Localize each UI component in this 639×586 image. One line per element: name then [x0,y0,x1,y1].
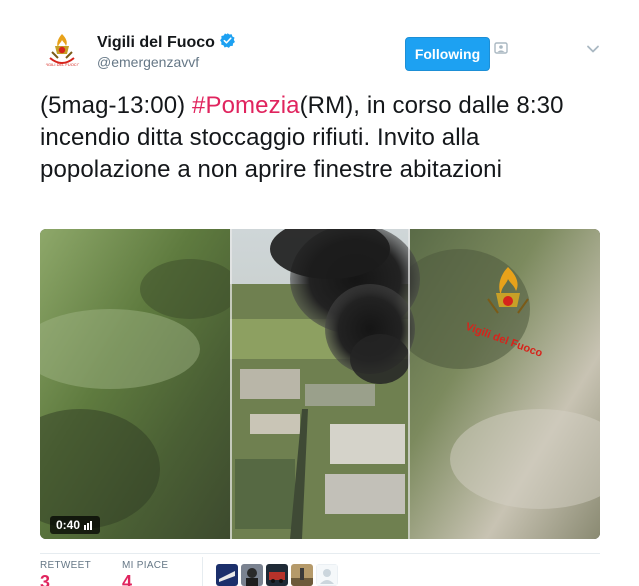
tweet-text-prefix: (5mag-13:00) [40,92,193,119]
verified-badge-icon [220,33,235,48]
liker-avatar[interactable] [266,564,288,586]
block-user-icon[interactable] [494,41,508,55]
tweet-card: VIGILI DEL FUOCO Vigili del Fuoco @emerg… [0,0,639,586]
likes-count[interactable]: 4 [122,572,132,586]
tweet-text: (5mag-13:00) #Pomezia(RM), in corso dall… [40,90,615,186]
liker-avatar[interactable] [241,564,263,586]
video-bars-icon [84,521,93,530]
liker-avatar[interactable] [316,564,338,586]
likes-label: MI PIACE [122,560,169,571]
stats-separator [202,557,203,586]
video-thumbnail: Vigili del Fuoco [40,229,600,539]
likers-avatars [216,564,338,586]
video-duration: 0:40 [50,516,101,534]
liker-avatar[interactable] [291,564,313,586]
chevron-down-icon[interactable] [586,42,600,56]
user-name[interactable]: Vigili del Fuoco [97,32,236,52]
fire-brigade-emblem-icon: VIGILI DEL FUOCO [40,28,84,72]
hashtag-link[interactable]: #Pomezia [192,92,300,119]
retweet-count[interactable]: 3 [40,572,50,586]
svg-text:VIGILI DEL FUOCO: VIGILI DEL FUOCO [44,62,80,67]
avatar[interactable]: VIGILI DEL FUOCO [40,28,84,72]
liker-avatar[interactable] [216,564,238,586]
stats-divider [40,553,600,554]
user-name-text: Vigili del Fuoco [97,34,215,51]
user-handle[interactable]: @emergenzavvf [97,54,199,70]
following-button[interactable]: Following [405,37,490,71]
video-player[interactable]: Vigili del Fuoco 0:40 [40,229,600,539]
retweet-label: RETWEET [40,560,91,571]
video-duration-text: 0:40 [56,518,81,532]
